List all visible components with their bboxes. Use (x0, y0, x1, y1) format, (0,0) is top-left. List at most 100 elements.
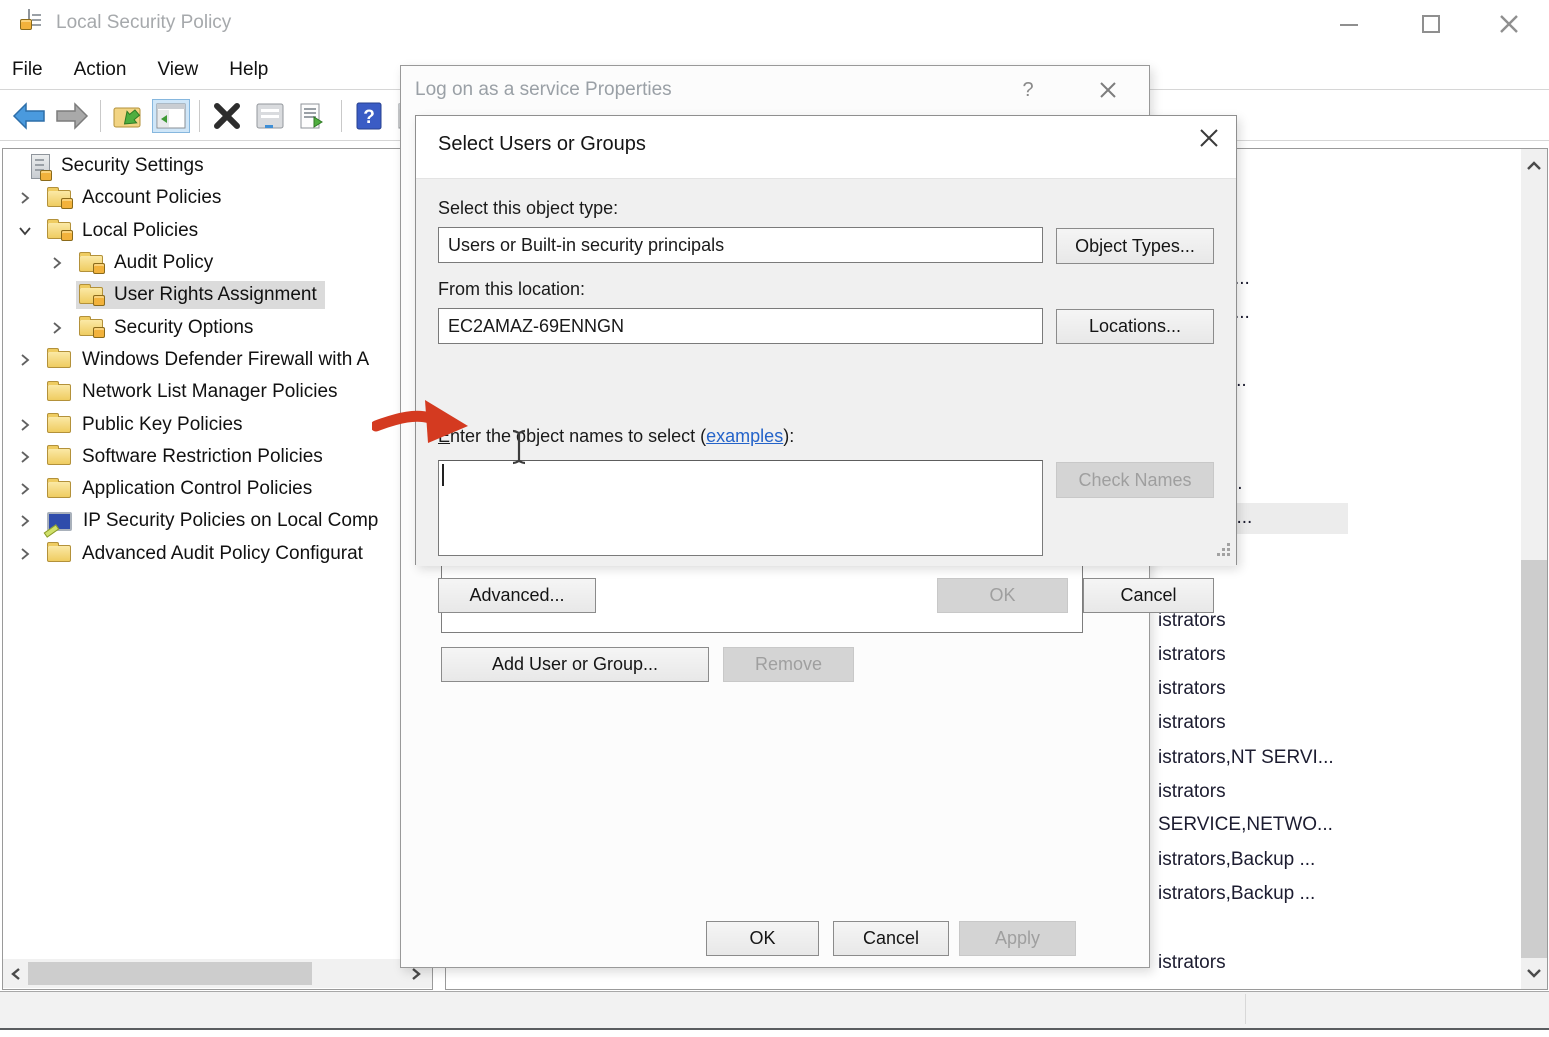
menu-help[interactable]: Help (229, 59, 268, 81)
tree-item-audit-policy[interactable]: Audit Policy (2, 247, 402, 279)
list-item[interactable]: istrators,Backup ... (1158, 880, 1315, 908)
chevron-right-icon[interactable] (18, 418, 32, 432)
select-cancel-button[interactable]: Cancel (1083, 578, 1214, 613)
folder-icon (47, 448, 71, 465)
title-bar: Local Security Policy (0, 0, 1549, 48)
security-settings-tree: Security Settings Account Policies Local… (2, 150, 402, 570)
list-item[interactable]: SERVICE,NETWO... (1158, 811, 1333, 839)
server-lock-icon (31, 154, 50, 179)
forward-icon[interactable] (53, 99, 91, 133)
export-icon[interactable] (109, 99, 147, 133)
object-type-field[interactable]: Users or Built-in security principals (438, 227, 1043, 263)
local-security-policy-window: Local Security Policy File Action View H… (0, 0, 1549, 1037)
toolbar-separator (341, 100, 342, 132)
select-ok-button[interactable]: OK (937, 578, 1068, 613)
minimize-button[interactable] (1334, 10, 1364, 38)
folder-icon (47, 545, 71, 562)
object-names-label: Enter the object names to select (exampl… (438, 426, 794, 447)
object-type-label: Select this object type: (438, 198, 618, 219)
chevron-right-icon[interactable] (18, 450, 32, 464)
tree-item-network-list-manager[interactable]: Network List Manager Policies (2, 376, 402, 408)
chevron-right-icon[interactable] (50, 321, 64, 335)
export-list-icon[interactable] (294, 99, 332, 133)
chevron-down-icon[interactable] (18, 224, 32, 238)
tree-item-advanced-audit-policy[interactable]: Advanced Audit Policy Configurat (2, 538, 402, 570)
folder-lock-icon (47, 222, 71, 239)
select-users-or-groups-dialog: Select Users or Groups Select this objec… (415, 115, 1237, 565)
chevron-right-icon[interactable] (18, 547, 32, 561)
scroll-up-icon[interactable] (1523, 153, 1545, 179)
tree-item-security-options[interactable]: Security Options (2, 311, 402, 343)
app-icon (28, 9, 30, 28)
red-arrow-annotation (372, 393, 472, 454)
tree-item-software-restriction[interactable]: Software Restriction Policies (2, 441, 402, 473)
tree-item-user-rights-assignment[interactable]: User Rights Assignment (2, 279, 402, 311)
svg-text:?: ? (363, 107, 375, 128)
window-bottom-edge (0, 1028, 1549, 1030)
folder-icon (47, 384, 71, 401)
maximize-button[interactable] (1416, 10, 1446, 38)
resize-grip[interactable] (1217, 543, 1231, 562)
toolbar-separator (199, 100, 200, 132)
location-label: From this location: (438, 279, 585, 300)
tree-item-application-control[interactable]: Application Control Policies (2, 473, 402, 505)
tree-item-account-policies[interactable]: Account Policies (2, 182, 402, 214)
list-item[interactable]: istrators,NT SERVI... (1158, 744, 1334, 772)
advanced-button[interactable]: Advanced... (438, 578, 596, 613)
menu-view[interactable]: View (157, 59, 198, 81)
dialog-close-icon[interactable] (1093, 76, 1123, 104)
horizontal-scrollbar-thumb[interactable] (28, 962, 312, 985)
examples-link[interactable]: examples (706, 426, 783, 446)
chevron-right-icon[interactable] (18, 514, 32, 528)
list-item[interactable]: istrators (1158, 949, 1226, 977)
tree-item-local-policies[interactable]: Local Policies (2, 215, 402, 247)
dialog-title: Log on as a service Properties (415, 79, 672, 101)
computer-key-icon (47, 512, 72, 531)
menu-file[interactable]: File (12, 59, 43, 81)
locations-button[interactable]: Locations... (1056, 309, 1214, 344)
folder-icon (47, 416, 71, 433)
check-names-button[interactable]: Check Names (1056, 462, 1214, 498)
delete-icon[interactable] (208, 99, 246, 133)
tree-item-windows-defender-firewall[interactable]: Windows Defender Firewall with A (2, 344, 402, 376)
properties-cancel-button[interactable]: Cancel (833, 921, 949, 956)
chevron-right-icon[interactable] (18, 353, 32, 367)
scroll-left-icon[interactable] (6, 962, 26, 985)
object-types-button[interactable]: Object Types... (1056, 228, 1214, 264)
folder-icon (47, 351, 71, 368)
tree-item-security-settings[interactable]: Security Settings (2, 150, 402, 182)
folder-lock-icon (79, 255, 103, 272)
scroll-down-icon[interactable] (1523, 960, 1545, 986)
list-item[interactable]: istrators,Backup ... (1158, 846, 1315, 874)
chevron-right-icon[interactable] (50, 256, 64, 270)
location-field[interactable]: EC2AMAZ-69ENNGN (438, 308, 1043, 344)
tree-item-public-key-policies[interactable]: Public Key Policies (2, 408, 402, 440)
properties-apply-button[interactable]: Apply (959, 921, 1076, 956)
text-cursor (508, 428, 530, 471)
vertical-scrollbar-thumb[interactable] (1521, 560, 1547, 958)
list-item[interactable]: istrators (1158, 778, 1226, 806)
back-icon[interactable] (10, 99, 48, 133)
object-names-input[interactable] (438, 460, 1043, 556)
chevron-right-icon[interactable] (18, 482, 32, 496)
dialog-title: Select Users or Groups (438, 133, 646, 156)
close-button[interactable] (1494, 10, 1524, 38)
status-bar (0, 991, 1549, 1029)
list-item[interactable]: istrators (1158, 675, 1226, 703)
properties-icon[interactable] (251, 99, 289, 133)
show-console-tree-icon[interactable] (152, 99, 190, 133)
list-item[interactable]: istrators (1158, 641, 1226, 669)
status-bar-divider (1245, 994, 1246, 1024)
chevron-right-icon[interactable] (18, 191, 32, 205)
menu-action[interactable]: Action (74, 59, 127, 81)
list-item[interactable]: istrators (1158, 709, 1226, 737)
help-icon[interactable]: ? (350, 99, 388, 133)
folder-lock-icon (79, 287, 103, 304)
remove-button[interactable]: Remove (723, 647, 854, 682)
properties-ok-button[interactable]: OK (706, 921, 819, 956)
dialog-close-icon[interactable] (1194, 124, 1224, 152)
help-question-icon[interactable]: ? (1013, 76, 1043, 104)
add-user-or-group-button[interactable]: Add User or Group... (441, 647, 709, 682)
toolbar-separator (100, 100, 101, 132)
tree-item-ip-security-policies[interactable]: IP Security Policies on Local Comp (2, 505, 402, 537)
